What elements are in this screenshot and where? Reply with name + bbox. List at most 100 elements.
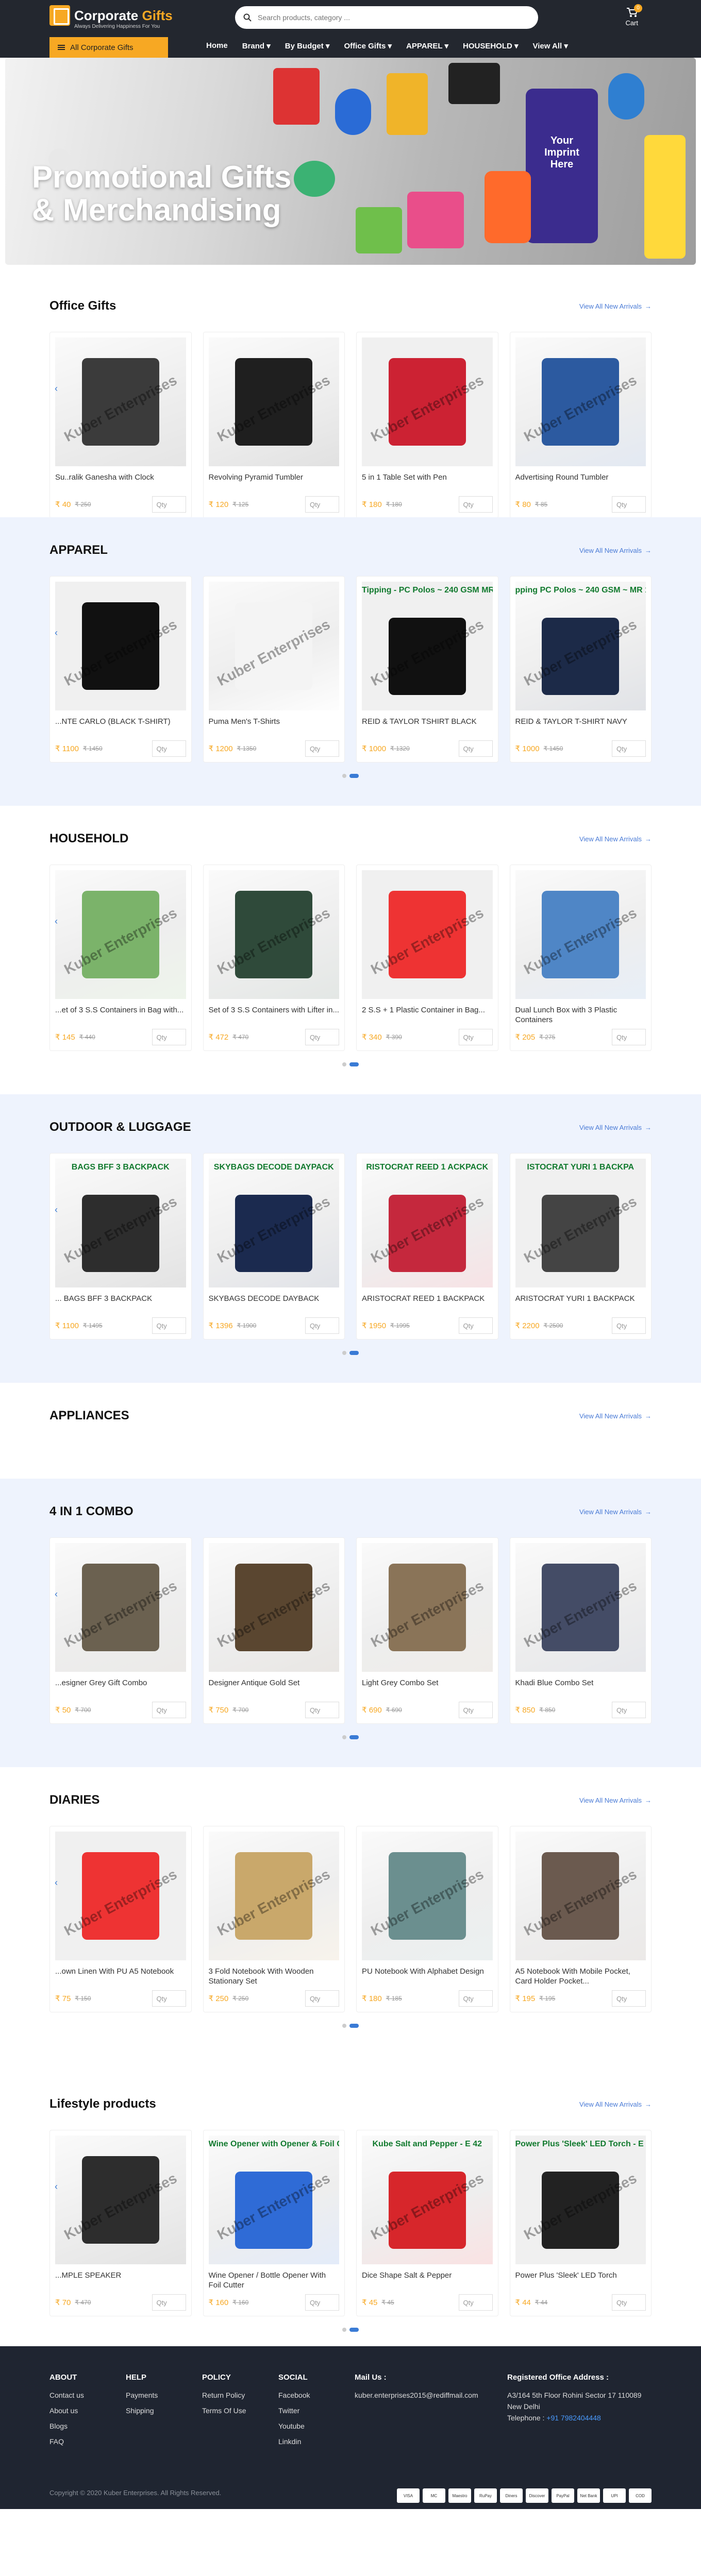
product-image[interactable]: BAGS BFF 3 BACKPACK Kuber Enterprises: [55, 1159, 186, 1287]
footer-link[interactable]: Return Policy: [202, 2391, 278, 2399]
carousel-dot-active[interactable]: [349, 774, 359, 778]
product-card[interactable]: RISTOCRAT REED 1 ACKPACK Kuber Enterpris…: [356, 1153, 498, 1340]
logo[interactable]: Corporate Gifts Always Delivering Happin…: [49, 5, 173, 29]
view-all-link[interactable]: View All New Arrivals →: [579, 835, 652, 843]
product-name[interactable]: Designer Antique Gold Set: [209, 1678, 340, 1698]
product-image[interactable]: Tipping - PC Polos ~ 240 GSM MRP 1499 Ku…: [362, 582, 493, 710]
product-card[interactable]: Kuber Enterprises ...et of 3 S.S Contain…: [49, 865, 192, 1051]
product-name[interactable]: Power Plus 'Sleek' LED Torch: [515, 2270, 646, 2290]
view-all-link[interactable]: View All New Arrivals →: [579, 1412, 652, 1420]
product-image[interactable]: Kuber Enterprises: [55, 1832, 186, 1960]
carousel-prev-icon[interactable]: ‹: [55, 1205, 58, 1215]
product-card[interactable]: Kuber Enterprises Khadi Blue Combo Set ₹…: [509, 1537, 652, 1724]
product-card[interactable]: Power Plus 'Sleek' LED Torch - E 4 Kuber…: [509, 2130, 652, 2316]
carousel-dot[interactable]: [342, 1062, 346, 1066]
carousel-dot[interactable]: [342, 2328, 346, 2332]
product-image[interactable]: Kuber Enterprises: [55, 1543, 186, 1672]
quantity-input[interactable]: Qty: [305, 496, 339, 513]
quantity-input[interactable]: Qty: [152, 1317, 186, 1334]
product-card[interactable]: Kuber Enterprises 3 Fold Notebook With W…: [203, 1826, 345, 2012]
quantity-input[interactable]: Qty: [152, 1702, 186, 1718]
quantity-input[interactable]: Qty: [458, 1317, 493, 1334]
nav-apparel[interactable]: APPAREL ▾: [406, 41, 448, 50]
product-image[interactable]: Kuber Enterprises: [208, 582, 339, 710]
product-card[interactable]: Kuber Enterprises Set of 3 S.S Container…: [203, 865, 345, 1051]
quantity-input[interactable]: Qty: [458, 1029, 493, 1045]
quantity-input[interactable]: Qty: [305, 2294, 339, 2311]
product-name[interactable]: ARISTOCRAT YURI 1 BACKPACK: [515, 1294, 646, 1313]
product-image[interactable]: pping PC Polos ~ 240 GSM ~ MR 1499 Kuber…: [515, 582, 646, 710]
quantity-input[interactable]: Qty: [458, 740, 493, 757]
quantity-input[interactable]: Qty: [458, 1990, 493, 2007]
hero-banner[interactable]: Your Imprint Here Promotional Gifts & Me…: [5, 58, 696, 265]
quantity-input[interactable]: Qty: [612, 1317, 646, 1334]
quantity-input[interactable]: Qty: [305, 740, 339, 757]
product-name[interactable]: Khadi Blue Combo Set: [515, 1678, 646, 1698]
product-name[interactable]: 2 S.S + 1 Plastic Container in Bag...: [362, 1005, 493, 1025]
product-card[interactable]: Kuber Enterprises Advertising Round Tumb…: [509, 332, 652, 518]
product-image[interactable]: Kuber Enterprises: [55, 582, 186, 710]
quantity-input[interactable]: Qty: [612, 496, 646, 513]
carousel-prev-icon[interactable]: ‹: [55, 2181, 58, 2192]
product-name[interactable]: ...esigner Grey Gift Combo: [55, 1678, 186, 1698]
product-card[interactable]: Kuber Enterprises Revolving Pyramid Tumb…: [203, 332, 345, 518]
product-card[interactable]: Kuber Enterprises ...own Linen With PU A…: [49, 1826, 192, 2012]
carousel-dot[interactable]: [342, 2024, 346, 2028]
product-name[interactable]: Puma Men's T-Shirts: [209, 717, 340, 736]
product-name[interactable]: SKYBAGS DECODE DAYBACK: [209, 1294, 340, 1313]
product-name[interactable]: REID & TAYLOR TSHIRT BLACK: [362, 717, 493, 736]
quantity-input[interactable]: Qty: [612, 1702, 646, 1718]
product-name[interactable]: A5 Notebook With Mobile Pocket, Card Hol…: [515, 1967, 646, 1986]
quantity-input[interactable]: Qty: [612, 1990, 646, 2007]
product-name[interactable]: ... BAGS BFF 3 BACKPACK: [55, 1294, 186, 1313]
product-image[interactable]: Kuber Enterprises: [362, 1543, 493, 1672]
carousel-dot[interactable]: [342, 1351, 346, 1355]
product-card[interactable]: Kuber Enterprises 5 in 1 Table Set with …: [356, 332, 498, 518]
quantity-input[interactable]: Qty: [152, 740, 186, 757]
carousel-dot-active[interactable]: [349, 2328, 359, 2332]
product-name[interactable]: ...own Linen With PU A5 Notebook: [55, 1967, 186, 1986]
view-all-link[interactable]: View All New Arrivals →: [579, 1797, 652, 1804]
quantity-input[interactable]: Qty: [458, 2294, 493, 2311]
footer-link[interactable]: FAQ: [49, 2437, 126, 2446]
product-name[interactable]: Advertising Round Tumbler: [515, 472, 646, 492]
product-name[interactable]: REID & TAYLOR T-SHIRT NAVY: [515, 717, 646, 736]
product-image[interactable]: RISTOCRAT REED 1 ACKPACK Kuber Enterpris…: [362, 1159, 493, 1287]
carousel-dot-active[interactable]: [349, 1735, 359, 1739]
product-image[interactable]: Kuber Enterprises: [515, 1832, 646, 1960]
product-name[interactable]: Set of 3 S.S Containers with Lifter in..…: [209, 1005, 340, 1025]
carousel-dot-active[interactable]: [349, 1351, 359, 1355]
carousel-prev-icon[interactable]: ‹: [55, 916, 58, 927]
product-image[interactable]: Kuber Enterprises: [55, 337, 186, 466]
product-card[interactable]: Kuber Enterprises Dual Lunch Box with 3 …: [509, 865, 652, 1051]
product-card[interactable]: Tipping - PC Polos ~ 240 GSM MRP 1499 Ku…: [356, 576, 498, 762]
quantity-input[interactable]: Qty: [458, 1702, 493, 1718]
product-name[interactable]: Dual Lunch Box with 3 Plastic Containers: [515, 1005, 646, 1025]
product-card[interactable]: Kuber Enterprises Su..ralik Ganesha with…: [49, 332, 192, 518]
product-image[interactable]: Kuber Enterprises: [55, 2136, 186, 2264]
view-all-link[interactable]: View All New Arrivals →: [579, 1124, 652, 1131]
product-card[interactable]: Kube Salt and Pepper - E 42 Kuber Enterp…: [356, 2130, 498, 2316]
product-card[interactable]: Kuber Enterprises Puma Men's T-Shirts ₹ …: [203, 576, 345, 762]
product-image[interactable]: Kuber Enterprises: [362, 337, 493, 466]
product-card[interactable]: SKYBAGS DECODE DAYPACK Kuber Enterprises…: [203, 1153, 345, 1340]
footer-link-linkedin[interactable]: Linkdin: [278, 2437, 355, 2446]
cart-button[interactable]: 0 Cart: [625, 4, 642, 27]
product-image[interactable]: Kuber Enterprises: [55, 870, 186, 999]
product-image[interactable]: SKYBAGS DECODE DAYPACK Kuber Enterprises: [208, 1159, 339, 1287]
quantity-input[interactable]: Qty: [305, 1990, 339, 2007]
product-card[interactable]: Kuber Enterprises ...esigner Grey Gift C…: [49, 1537, 192, 1724]
nav-household[interactable]: HOUSEHOLD ▾: [463, 41, 519, 50]
product-card[interactable]: BAGS BFF 3 BACKPACK Kuber Enterprises ..…: [49, 1153, 192, 1340]
product-image[interactable]: Wine Opener with Opener & Foil Cutter - …: [208, 2136, 339, 2264]
footer-link[interactable]: Terms Of Use: [202, 2406, 278, 2415]
product-name[interactable]: Light Grey Combo Set: [362, 1678, 493, 1698]
product-image[interactable]: Kube Salt and Pepper - E 42 Kuber Enterp…: [362, 2136, 493, 2264]
product-name[interactable]: Dice Shape Salt & Pepper: [362, 2270, 493, 2290]
product-image[interactable]: Kuber Enterprises: [208, 1543, 339, 1672]
quantity-input[interactable]: Qty: [305, 1317, 339, 1334]
quantity-input[interactable]: Qty: [152, 1029, 186, 1045]
carousel-dot-active[interactable]: [349, 1062, 359, 1066]
product-image[interactable]: Kuber Enterprises: [362, 870, 493, 999]
product-card[interactable]: Kuber Enterprises Designer Antique Gold …: [203, 1537, 345, 1724]
